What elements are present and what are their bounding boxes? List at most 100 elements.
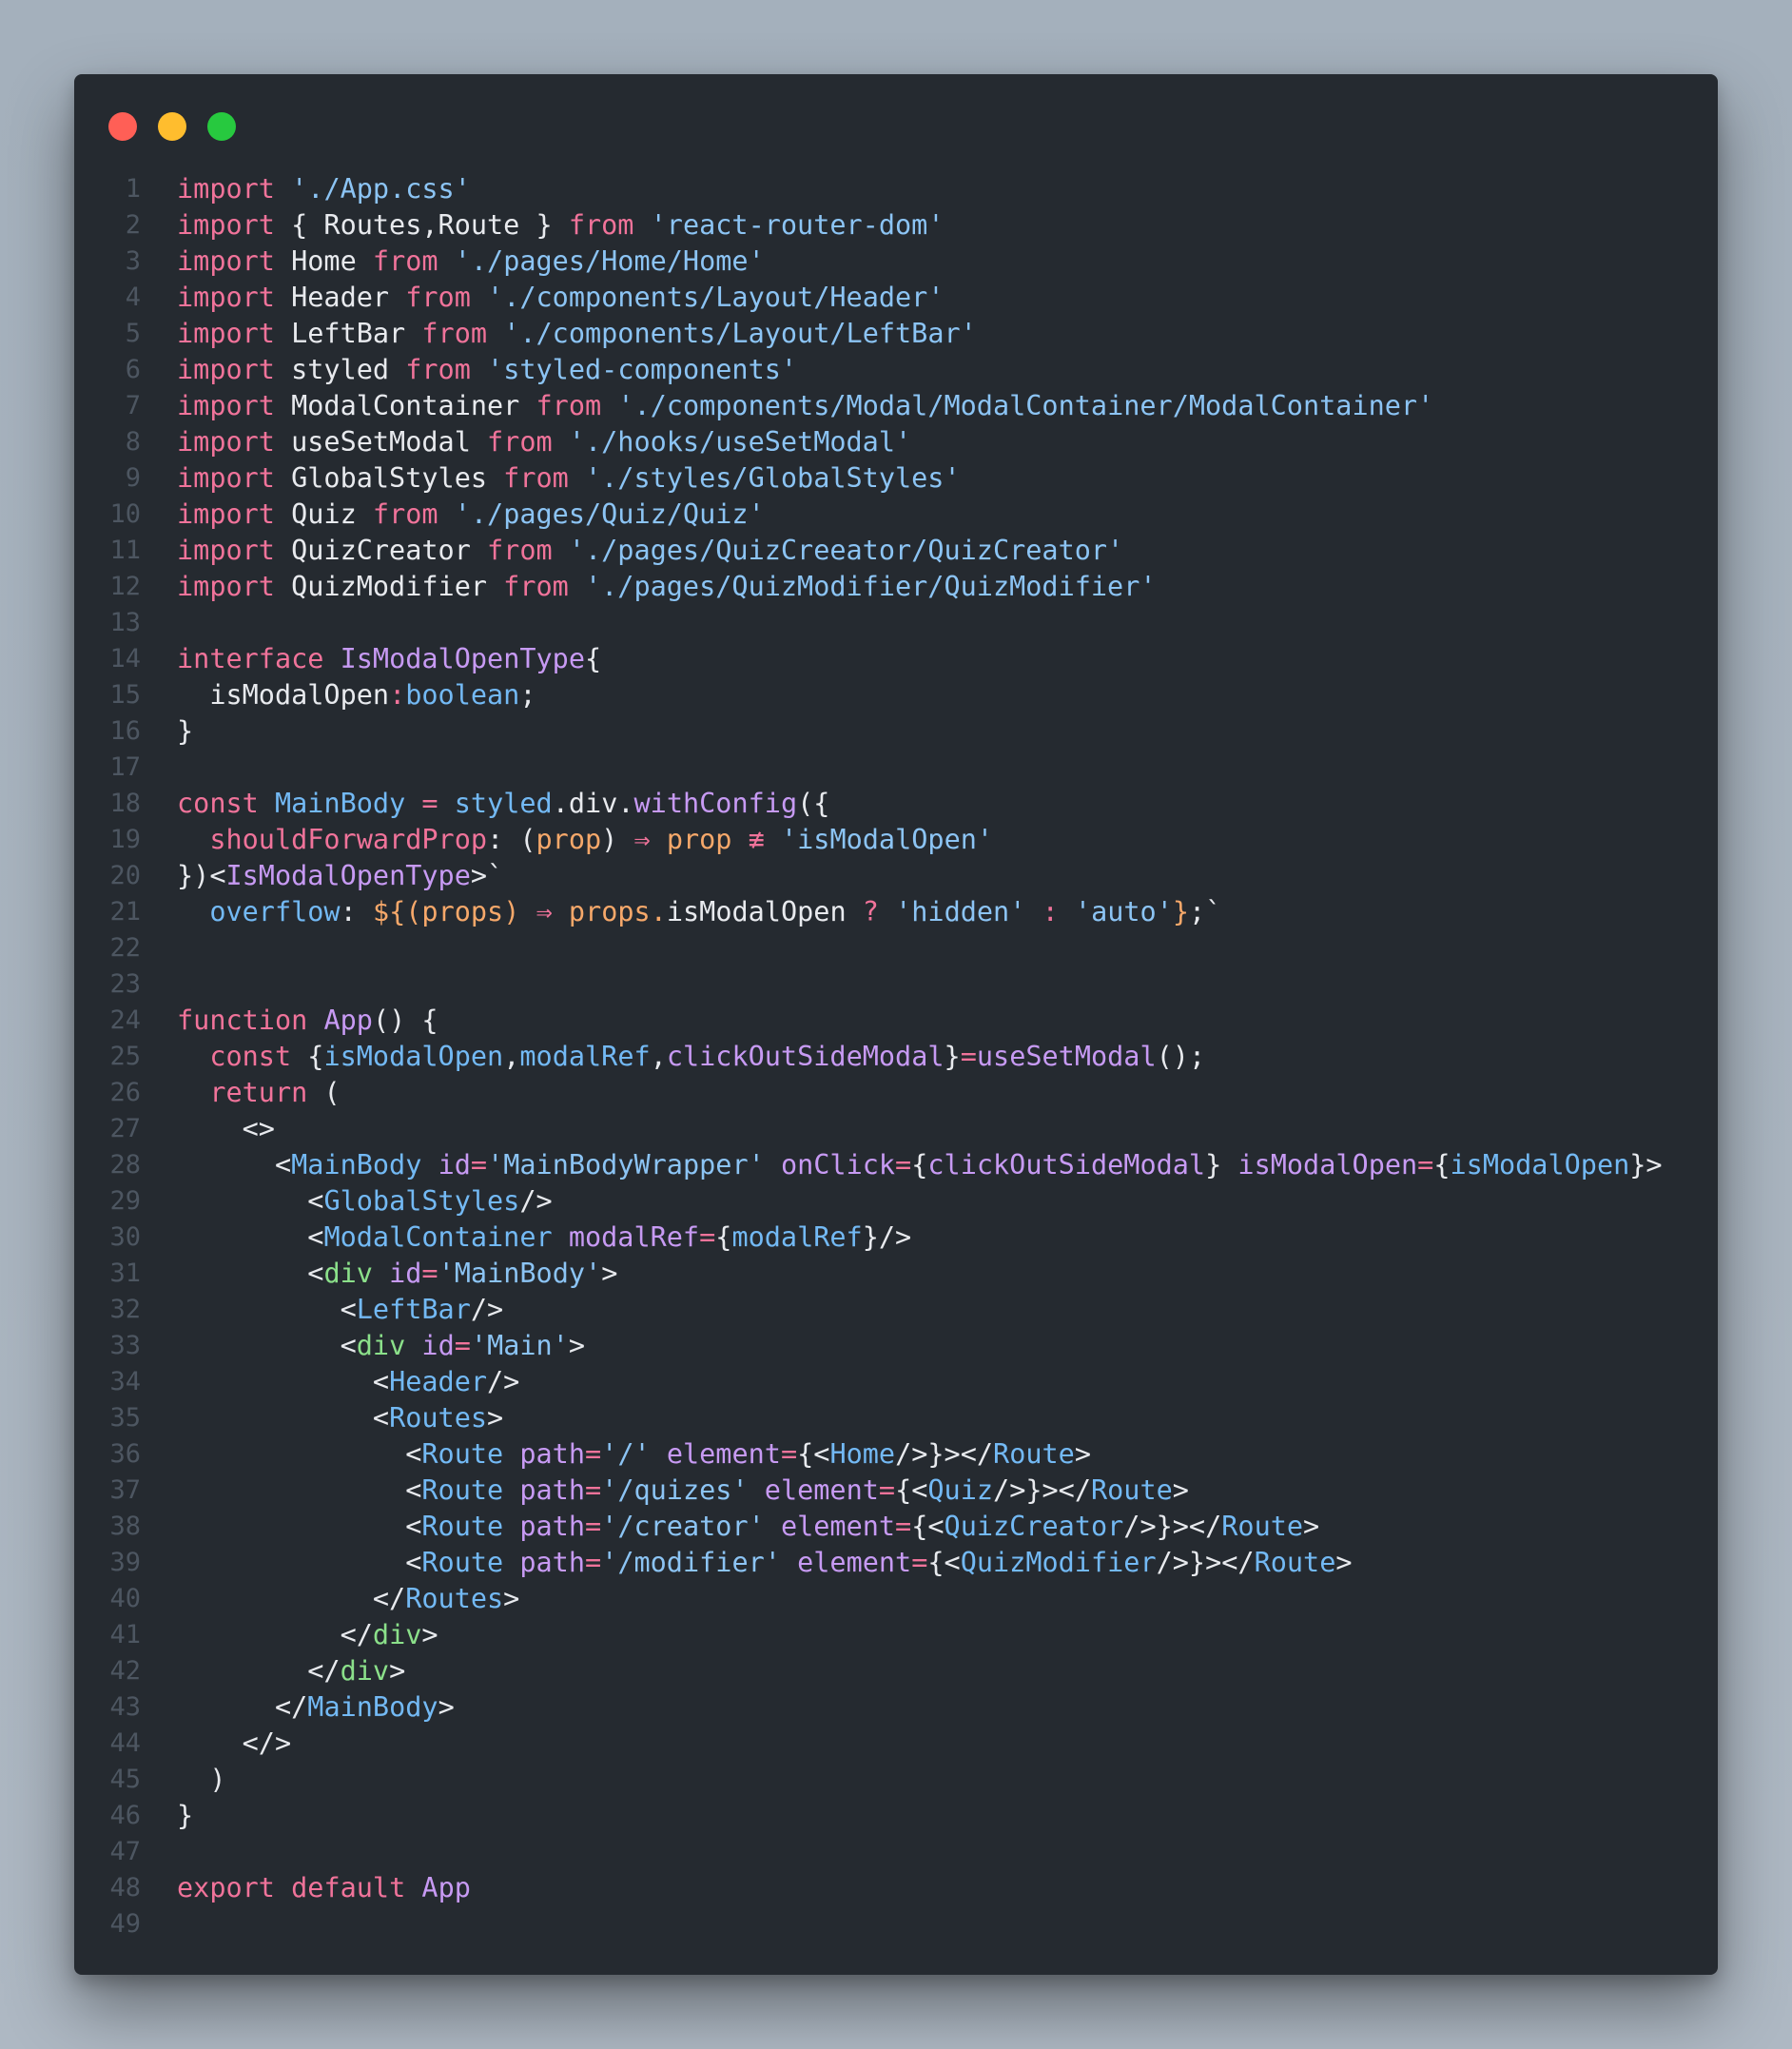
code-token: './components/Layout/LeftBar': [503, 318, 977, 349]
code-token: <: [177, 1258, 324, 1289]
code-text: import QuizCreator from './pages/QuizCre…: [177, 533, 1123, 569]
code-block: 1 import './App.css' 2 import { Routes,Rout…: [74, 171, 1718, 1942]
line-number: 14: [109, 644, 141, 673]
code-token: useSetModal: [274, 426, 488, 458]
code-token: id: [389, 1258, 422, 1289]
code-line: 12 import QuizModifier from './pages/Quiz…: [74, 569, 1718, 605]
code-token: QuizCreator: [944, 1511, 1124, 1542]
line-number: 22: [109, 933, 141, 963]
code-token: QuizModifier: [960, 1547, 1157, 1578]
code-line: 18 const MainBody = styled.div.withConfig…: [74, 786, 1718, 822]
code-token: >: [1074, 1438, 1091, 1470]
code-token: './styles/GlobalStyles': [584, 462, 961, 494]
code-token: />}></: [993, 1474, 1091, 1506]
code-token: isModalOpen: [177, 679, 390, 711]
code-text: <Route path='/quizes' element={<Quiz/>}>…: [177, 1473, 1189, 1509]
code-token: div: [356, 1330, 406, 1361]
code-token: from: [503, 571, 569, 602]
code-window: 1 import './App.css' 2 import { Routes,Rout…: [74, 74, 1718, 1975]
code-token: overflow: [209, 896, 341, 927]
minimize-dot-icon[interactable]: [158, 112, 186, 141]
line-number: 19: [109, 825, 141, 854]
code-token: './App.css': [291, 173, 471, 205]
code-line: 45 ): [74, 1762, 1718, 1798]
code-token: >: [438, 1691, 455, 1723]
code-token: }: [177, 715, 194, 747]
line-number: 37: [109, 1475, 141, 1505]
code-token: import: [177, 282, 275, 313]
code-token: <: [177, 1402, 390, 1434]
code-token: { Routes,Route }: [274, 209, 569, 241]
code-text: import styled from 'styled-components': [177, 352, 797, 388]
code-token: from: [405, 282, 471, 313]
code-token: isModalOpen: [323, 1041, 504, 1072]
code-text: import useSetModal from './hooks/useSetM…: [177, 424, 911, 460]
code-token: QuizModifier: [274, 571, 504, 602]
code-token: ModalContainer: [323, 1221, 553, 1253]
code-token: import: [177, 390, 275, 421]
code-text: <MainBody id='MainBodyWrapper' onClick={…: [177, 1147, 1663, 1183]
code-text: export default App: [177, 1870, 471, 1906]
code-token: </: [177, 1583, 406, 1614]
code-token: />}></: [895, 1438, 994, 1470]
line-number: 9: [125, 463, 141, 493]
code-token: <: [177, 1547, 422, 1578]
code-text: import ModalContainer from './components…: [177, 388, 1433, 424]
code-text: <ModalContainer modalRef={modalRef}/>: [177, 1220, 911, 1256]
line-number: 2: [125, 210, 141, 240]
code-token: ${(: [372, 896, 422, 927]
code-line: 48 export default App: [74, 1870, 1718, 1906]
code-token: from: [405, 354, 471, 385]
code-text: <LeftBar/>: [177, 1292, 504, 1328]
code-line: 5 import LeftBar from './components/Layou…: [74, 316, 1718, 352]
line-number: 34: [109, 1367, 141, 1396]
code-token: './pages/Quiz/Quiz': [454, 498, 765, 530]
line-number: 10: [109, 499, 141, 529]
code-token: element: [764, 1474, 879, 1506]
close-dot-icon[interactable]: [108, 112, 137, 141]
code-token: import: [177, 426, 275, 458]
code-line: 39 <Route path='/modifier' element={<Qui…: [74, 1545, 1718, 1581]
code-token: :: [389, 679, 406, 711]
code-token: './pages/Home/Home': [454, 245, 765, 277]
code-token: <: [177, 1185, 324, 1217]
code-token: from: [372, 245, 438, 277]
code-token: }: [944, 1041, 961, 1072]
code-token: {: [585, 643, 602, 674]
code-token: ): [177, 1764, 226, 1795]
code-token: isModalOpen: [1237, 1149, 1418, 1181]
code-token: {: [291, 1041, 324, 1072]
zoom-dot-icon[interactable]: [207, 112, 236, 141]
code-line: 15 isModalOpen:boolean;: [74, 677, 1718, 713]
code-text: <Route path='/modifier' element={<QuizMo…: [177, 1545, 1352, 1581]
line-number: 12: [109, 572, 141, 601]
code-line: 43 </MainBody>: [74, 1689, 1718, 1726]
code-token: props.: [568, 896, 667, 927]
code-token: const: [209, 1041, 292, 1072]
code-token: path: [519, 1511, 585, 1542]
code-token: () {: [372, 1005, 438, 1036]
code-token: Route: [421, 1474, 504, 1506]
code-token: '/quizes': [601, 1474, 749, 1506]
code-token: path: [519, 1474, 585, 1506]
code-token: 'isModalOpen': [780, 824, 994, 855]
code-line: 36 <Route path='/' element={<Home/>}></R…: [74, 1436, 1718, 1473]
code-line: 26 return (: [74, 1075, 1718, 1111]
code-text: </Routes>: [177, 1581, 519, 1617]
code-token: {<: [797, 1438, 830, 1470]
code-token: shouldForwardProp: [209, 824, 488, 855]
